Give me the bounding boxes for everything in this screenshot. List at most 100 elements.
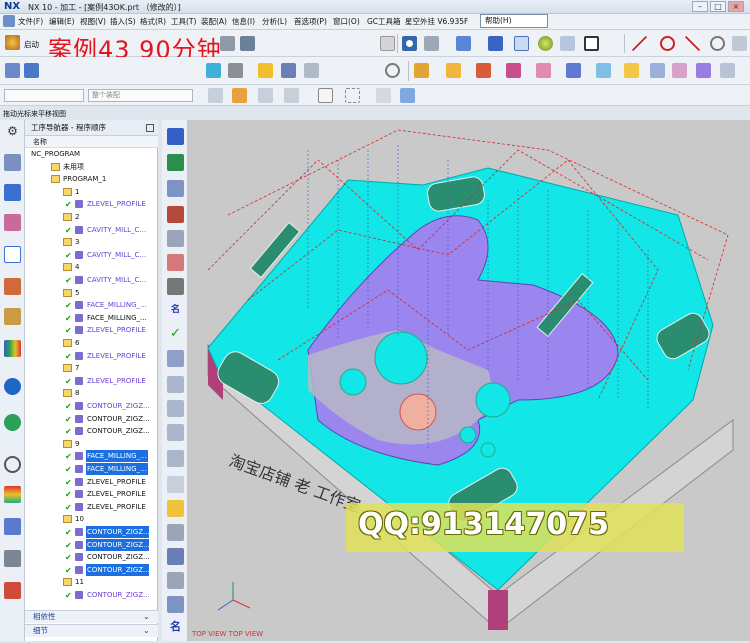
tree-row[interactable]: ✔ ZLEVEL_PROFILE xyxy=(25,324,149,336)
funnel-icon[interactable] xyxy=(232,88,247,103)
op-cube-3-icon[interactable] xyxy=(476,63,491,78)
help-menu[interactable]: 帮助(H) xyxy=(480,14,548,28)
tree-row[interactable]: 10 xyxy=(25,513,149,525)
wire-cube-icon[interactable] xyxy=(514,36,529,51)
tree-row[interactable]: ✔ CONTOUR_ZIGZ... xyxy=(25,400,149,412)
cad-model-view[interactable]: 淘宝店铺 老 工作室 xyxy=(188,120,750,641)
info-icon[interactable] xyxy=(4,378,21,395)
more-icon[interactable] xyxy=(732,36,747,51)
assembly-dropdown[interactable]: 整个装配 xyxy=(88,89,193,102)
op-cube-7-icon[interactable] xyxy=(596,63,611,78)
tree-row[interactable]: NC_PROGRAM xyxy=(25,148,149,160)
edit-section-icon[interactable] xyxy=(560,36,575,51)
machine-navigator-icon[interactable] xyxy=(4,278,21,295)
web-browser-icon[interactable] xyxy=(4,414,21,431)
op-tiles-icon[interactable] xyxy=(672,63,687,78)
constraint-navigator-icon[interactable] xyxy=(4,214,21,231)
arc-icon[interactable] xyxy=(685,36,700,51)
replay-icon[interactable] xyxy=(167,254,184,271)
target-icon[interactable] xyxy=(167,278,184,295)
tree-row[interactable]: 1 xyxy=(25,186,149,198)
tree-row[interactable]: ✔ CONTOUR_ZIGZ... xyxy=(25,589,149,601)
list-icon[interactable] xyxy=(167,476,184,493)
tree-row[interactable]: 11 xyxy=(25,576,149,588)
method-view-icon[interactable] xyxy=(167,206,184,223)
shop-docs-icon[interactable] xyxy=(167,524,184,541)
tree-row[interactable]: ✔ CAVITY_MILL_C... xyxy=(25,249,149,261)
roles-icon[interactable] xyxy=(4,582,21,599)
transform-icon[interactable] xyxy=(167,572,184,589)
tree-row[interactable]: ✔ CONTOUR_ZIGZ... xyxy=(25,551,149,563)
tree-row[interactable]: 7 xyxy=(25,362,149,374)
tree-row[interactable]: 5 xyxy=(25,287,149,299)
tree-row[interactable]: ✔ CONTOUR_ZIGZ... xyxy=(25,526,149,538)
op-cube-5-icon[interactable] xyxy=(536,63,551,78)
menu-format[interactable]: 格式(R) xyxy=(140,16,166,27)
output-icon[interactable] xyxy=(258,63,273,78)
start-icon[interactable] xyxy=(5,35,20,50)
tree-row[interactable]: ✔ FACE_MILLING_... xyxy=(25,312,149,324)
tree-row[interactable]: ✔ ZLEVEL_PROFILE xyxy=(25,198,149,210)
tree-row[interactable]: 9 xyxy=(25,438,149,450)
op-cube-2-icon[interactable] xyxy=(446,63,461,78)
op-envelope-icon[interactable] xyxy=(624,63,639,78)
menu-file[interactable]: 文件(F) xyxy=(18,16,43,27)
verify-icon[interactable] xyxy=(206,63,221,78)
close-button[interactable]: × xyxy=(728,1,744,12)
details-section[interactable]: 细节 xyxy=(25,624,158,637)
create-program-icon[interactable] xyxy=(5,63,20,78)
tree-row[interactable]: ✔ ZLEVEL_PROFILE xyxy=(25,501,149,513)
op-bracket-icon[interactable] xyxy=(650,63,665,78)
tree-row[interactable]: ✔ CONTOUR_ZIGZ... xyxy=(25,563,149,576)
wrench-icon[interactable] xyxy=(304,63,319,78)
postprocess-icon[interactable] xyxy=(167,500,184,517)
cut-icon[interactable] xyxy=(167,376,184,393)
selection-icon[interactable] xyxy=(208,88,223,103)
tree-row[interactable]: ✔ FACE_MILLING_... xyxy=(25,450,149,463)
tree-row[interactable]: 未用项 xyxy=(25,161,149,173)
tree-row[interactable]: ✔ ZLEVEL_PROFILE xyxy=(25,350,149,362)
operation-navigator-icon[interactable] xyxy=(4,246,21,263)
background-icon[interactable] xyxy=(584,36,599,51)
analysis-icon[interactable] xyxy=(4,486,21,503)
shape-icon[interactable] xyxy=(380,36,395,51)
menu-preferences[interactable]: 首选项(P) xyxy=(294,16,327,27)
cube-icon[interactable] xyxy=(456,36,471,51)
menu-info[interactable]: 信息(I) xyxy=(232,16,255,27)
dependencies-section[interactable]: 相依性 xyxy=(25,610,158,623)
filter-dropdown[interactable] xyxy=(4,89,84,102)
clock-icon[interactable] xyxy=(385,63,400,78)
create-tool-icon[interactable] xyxy=(24,63,39,78)
start-label[interactable]: 启动 xyxy=(24,39,39,50)
tree-row[interactable]: ✔ FACE_MILLING_... xyxy=(25,463,149,475)
line-icon[interactable] xyxy=(632,36,647,51)
tree-row[interactable]: ✔ ZLEVEL_PROFILE xyxy=(25,488,149,500)
op-book-icon[interactable] xyxy=(696,63,711,78)
menu-gc-toolbox[interactable]: GC工具箱 xyxy=(367,16,401,27)
tree-row[interactable]: ✔ CONTOUR_ZIGZ... xyxy=(25,425,149,437)
undo-icon[interactable] xyxy=(220,36,235,51)
menu-analysis[interactable]: 分析(L) xyxy=(262,16,287,27)
name-column-header[interactable]: 名称 xyxy=(25,136,158,148)
op-cube-1-icon[interactable] xyxy=(414,63,429,78)
gear-icon[interactable]: ⚙ xyxy=(4,124,21,141)
tree-row[interactable]: ✔ CONTOUR_ZIGZ... xyxy=(25,538,149,551)
system-materials-icon[interactable] xyxy=(4,518,21,535)
geometry-view-icon[interactable] xyxy=(167,180,184,197)
tree-row[interactable]: ✔ ZLEVEL_PROFILE xyxy=(25,375,149,387)
tree-row[interactable]: 8 xyxy=(25,387,149,399)
iso-cube-icon[interactable] xyxy=(400,88,415,103)
name-icon[interactable]: 名 xyxy=(167,302,184,319)
op-cube-6-icon[interactable] xyxy=(566,63,581,78)
menu-window[interactable]: 窗口(O) xyxy=(333,16,360,27)
tree-row[interactable]: ✔ FACE_MILLING_... xyxy=(25,299,149,311)
redo-icon[interactable] xyxy=(240,36,255,51)
menu-assembly[interactable]: 装配(A) xyxy=(201,16,227,27)
program-order-view-icon[interactable] xyxy=(167,128,184,145)
menu-tools[interactable]: 工具(T) xyxy=(171,16,196,27)
sphere-icon[interactable] xyxy=(538,36,553,51)
simulate-icon[interactable] xyxy=(228,63,243,78)
menu-view[interactable]: 视图(V) xyxy=(80,16,106,27)
process-studio-icon[interactable] xyxy=(4,550,21,567)
op-cube-4-icon[interactable] xyxy=(506,63,521,78)
